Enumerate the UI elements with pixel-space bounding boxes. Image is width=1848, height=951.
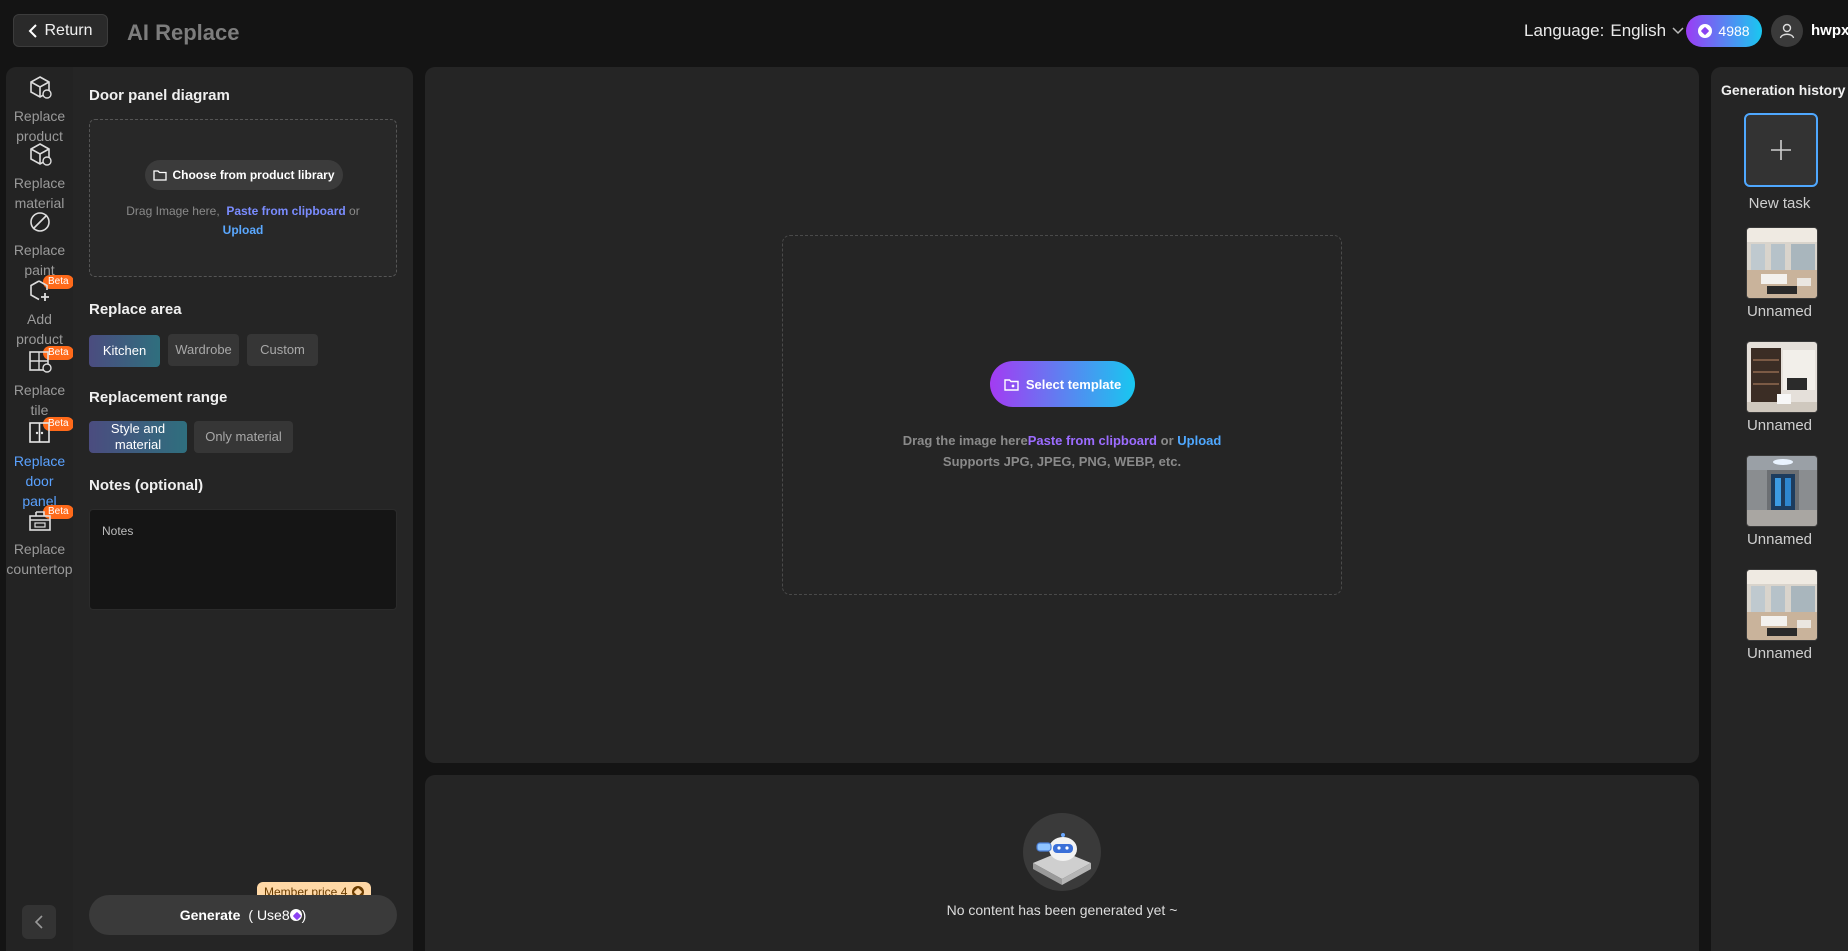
door-panel-diagram-title: Door panel diagram — [89, 87, 230, 104]
replace-tile-icon — [27, 349, 53, 375]
sidebar-label-2: door — [25, 473, 54, 489]
language-label: Language: — [1524, 21, 1605, 40]
or-text: or — [349, 204, 360, 218]
credits-badge[interactable]: 4988 — [1686, 15, 1762, 47]
template-canvas: Select template Drag the image herePaste… — [425, 67, 1699, 763]
supported-formats: Supports JPG, JPEG, PNG, WEBP, etc. — [942, 454, 1182, 469]
results-area: No content has been generated yet ~ — [425, 775, 1699, 951]
language-value: English — [1610, 21, 1667, 40]
replace-countertop-icon — [27, 508, 53, 534]
paste-clipboard-link[interactable]: Paste from clipboard — [1028, 433, 1157, 448]
avatar[interactable] — [1771, 15, 1803, 47]
sidebar-item-replace-tile[interactable]: Beta Replace tile — [6, 346, 74, 420]
replacement-range-title: Replacement range — [89, 389, 228, 406]
sidebar-label-1: Replace — [13, 382, 66, 398]
generate-cost: ( Use8) — [248, 907, 306, 923]
plus-icon — [1771, 140, 1791, 160]
or-text: or — [1160, 433, 1174, 448]
user-icon — [1779, 23, 1795, 39]
sidebar-label-2: countertop — [6, 561, 73, 577]
door-panel-upload-area[interactable]: Choose from product library Drag Image h… — [89, 119, 397, 277]
history-item-label: Unnamed — [1746, 531, 1813, 548]
sidebar-label-1: Add — [27, 311, 52, 327]
sidebar-label-1: Replace — [13, 242, 66, 258]
sidebar-item-replace-paint[interactable]: Replace paint — [6, 209, 73, 280]
history-thumbnail[interactable] — [1746, 227, 1818, 299]
robot-mascot-icon — [1023, 813, 1101, 891]
replace-area-wardrobe[interactable]: Wardrobe — [168, 334, 239, 366]
folder-icon — [1004, 378, 1019, 391]
drag-text: Drag Image here, — [126, 204, 220, 218]
choose-from-library-button[interactable]: Choose from product library — [145, 160, 343, 190]
upload-link[interactable]: Upload — [1177, 433, 1221, 448]
generate-button[interactable]: Generate ( Use8) — [89, 895, 397, 935]
empty-state-text: No content has been generated yet ~ — [946, 902, 1178, 918]
range-only-material[interactable]: Only material — [194, 421, 293, 453]
generate-label: Generate — [179, 907, 241, 923]
coin-icon — [289, 909, 302, 921]
history-thumbnail[interactable] — [1746, 455, 1818, 527]
sidebar-item-replace-door-panel[interactable]: Beta Replace door panel — [6, 417, 74, 511]
replace-door-panel-icon — [27, 420, 53, 446]
chevron-left-icon — [29, 23, 38, 38]
replace-area-custom[interactable]: Custom — [247, 334, 318, 366]
drag-text: Drag the image here — [902, 433, 1028, 448]
top-bar: Return AI Replace Language: English 4988… — [0, 0, 1848, 62]
new-task-label: New task — [1748, 195, 1811, 212]
generation-history-panel: Generation history New task Unnamed Unna… — [1711, 67, 1848, 951]
generate-cost-suffix: ) — [301, 907, 307, 923]
replace-product-icon — [27, 75, 53, 101]
select-template-button[interactable]: Select template — [990, 361, 1135, 407]
replace-paint-icon — [27, 209, 53, 235]
replace-area-kitchen[interactable]: Kitchen — [89, 335, 160, 367]
folder-icon — [153, 170, 168, 181]
return-button[interactable]: Return — [13, 14, 108, 47]
sidebar-label-1: Replace — [13, 108, 66, 124]
upload-instructions: Drag Image here, Paste from clipboard or… — [90, 202, 396, 240]
library-button-label: Choose from product library — [172, 168, 335, 182]
history-item-label: Unnamed — [1746, 645, 1813, 662]
select-template-label: Select template — [1025, 376, 1122, 392]
sidebar-label-1: Replace — [13, 453, 66, 469]
language-selector[interactable]: Language: English — [1524, 21, 1684, 41]
return-label: Return — [44, 21, 93, 39]
notes-input[interactable] — [89, 509, 397, 610]
sidebar-label-1: Replace — [13, 175, 66, 191]
sidebar-item-add-product[interactable]: Beta Add product — [6, 275, 74, 349]
sidebar-item-replace-material[interactable]: Replace material — [6, 142, 73, 213]
chevron-down-icon — [1672, 27, 1684, 35]
tool-sidebar: Replace product Replace material Replace… — [6, 67, 74, 951]
generate-cost-prefix: ( Use8 — [248, 907, 290, 923]
sidebar-item-replace-countertop[interactable]: Beta Replace countertop — [6, 505, 74, 579]
paste-clipboard-link[interactable]: Paste from clipboard — [226, 204, 345, 218]
credits-value: 4988 — [1718, 23, 1750, 39]
replace-area-title: Replace area — [89, 301, 182, 318]
range-style-and-material[interactable]: Style and material — [89, 421, 187, 453]
upload-link[interactable]: Upload — [223, 223, 264, 237]
chevron-left-icon — [34, 915, 43, 929]
username[interactable]: hwpx — [1811, 22, 1848, 39]
settings-panel: Door panel diagram Choose from product l… — [73, 67, 413, 951]
sidebar-item-replace-product[interactable]: Replace product — [6, 75, 73, 146]
history-item-label: Unnamed — [1746, 303, 1813, 320]
coin-icon — [1698, 24, 1713, 38]
history-thumbnail[interactable] — [1746, 569, 1818, 641]
add-product-icon — [27, 278, 53, 304]
template-drop-area[interactable]: Select template Drag the image herePaste… — [782, 235, 1342, 595]
sidebar-label-1: Replace — [13, 541, 66, 557]
replace-material-icon — [27, 142, 53, 168]
collapse-sidebar-button[interactable] — [22, 905, 56, 939]
notes-title: Notes (optional) — [89, 477, 204, 494]
history-item-label: Unnamed — [1746, 417, 1813, 434]
history-title: Generation history — [1721, 82, 1846, 98]
history-thumbnail[interactable] — [1746, 341, 1818, 413]
template-instructions: Drag the image herePaste from clipboard … — [783, 430, 1341, 472]
new-task-button[interactable] — [1744, 113, 1818, 187]
page-title: AI Replace — [127, 20, 240, 45]
